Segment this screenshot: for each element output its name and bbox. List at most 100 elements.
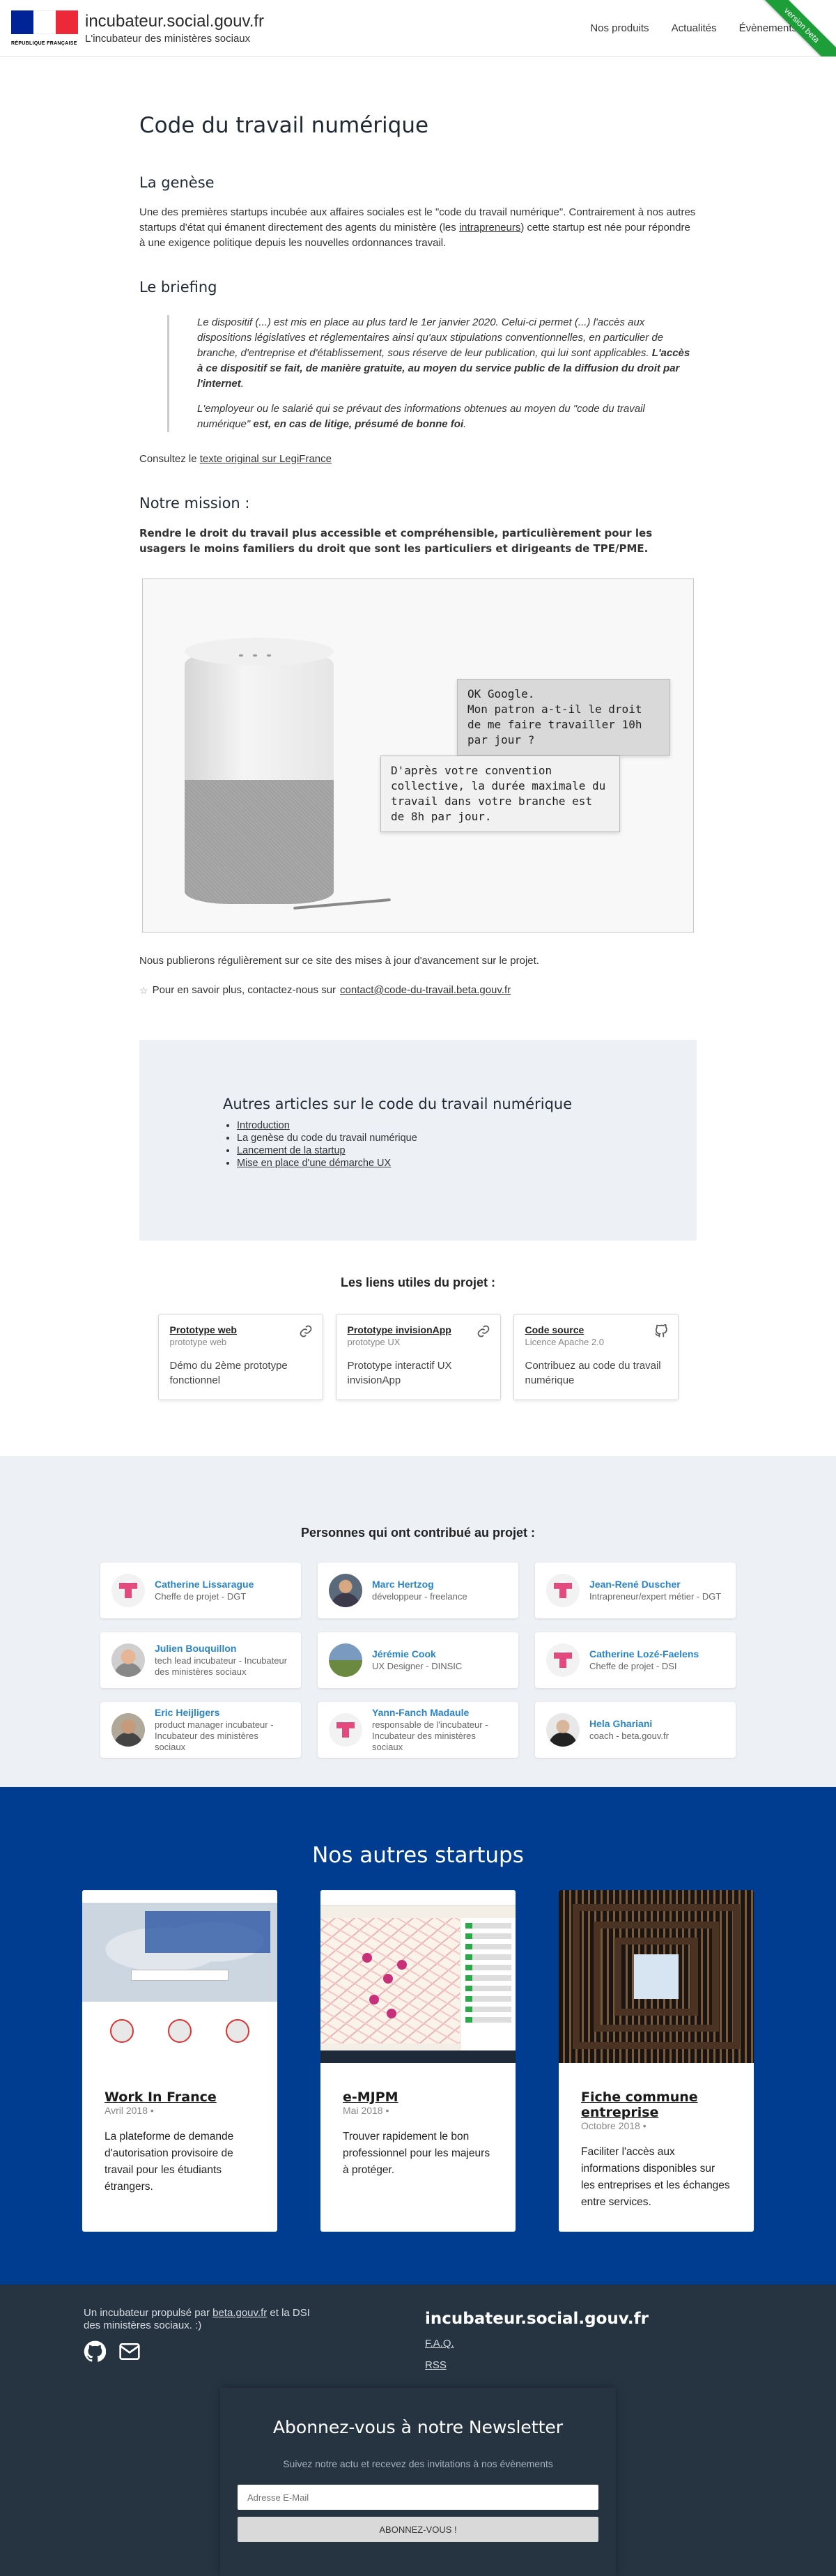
startup-card-work-in-france[interactable]: Work In France Avril 2018 • La plateform… [82, 1890, 277, 2232]
contributor-name[interactable]: Yann-Fanch Madaule [372, 1707, 507, 1718]
intrapreneurs-link[interactable]: intrapreneurs [459, 222, 520, 233]
answer-bubble: D'après votre convention collective, la … [380, 756, 620, 832]
mission-intro: Rendre le droit du travail plus accessib… [139, 527, 653, 555]
contributor-role: développeur - freelance [372, 1591, 467, 1602]
startup-card-e-mjpm[interactable]: e-MJPM Mai 2018 • Trouver rapidement le … [320, 1890, 516, 2232]
contributor-card[interactable]: Hela Ghariani coach - beta.gouv.fr [535, 1702, 736, 1758]
newsletter-email-input[interactable] [238, 2485, 598, 2510]
contact-email-link[interactable]: contact@code-du-travail.beta.gouv.fr [340, 983, 511, 998]
mission-section: Notre mission : Rendre le droit du trava… [139, 495, 697, 998]
contributor-card[interactable]: Catherine Lozé-Faelens Cheffe de projet -… [535, 1632, 736, 1688]
footer-text: Un incubateur propulsé par beta.gouv.fr … [84, 2307, 310, 2331]
updates-text: Nous publierons régulièrement sur ce sit… [139, 955, 539, 967]
footer-brand: incubateur.social.gouv.fr [425, 2310, 649, 2328]
link-card-prototype-invision[interactable]: Prototype invisionApp prototype UX Proto… [335, 1314, 501, 1400]
avatar [111, 1713, 145, 1747]
contributor-role: product manager incubateur - Incubateur … [155, 1719, 274, 1752]
contributor-card[interactable]: Catherine Lissarague Cheffe de projet - D… [100, 1563, 301, 1618]
newsletter-box: Abonnez-vous à notre Newsletter Suivez n… [220, 2388, 616, 2576]
briefing-section: Le briefing Le dispositif (...) est mis … [139, 279, 697, 467]
github-icon[interactable] [84, 2340, 106, 2363]
other-articles-box: Autres articles sur le code du travail n… [139, 1040, 697, 1241]
contributor-name[interactable]: Catherine Lozé-Faelens [589, 1648, 699, 1659]
contributor-card[interactable]: Marc Hertzog développeur - freelance [318, 1563, 518, 1618]
startups-heading: Nos autres startups [312, 1843, 524, 1868]
question-bubble: OK Google. Mon patron a-t-il le droit de… [457, 679, 670, 756]
site-footer: Un incubateur propulsé par beta.gouv.fr … [0, 2285, 836, 2576]
contributor-name[interactable]: Hela Ghariani [589, 1718, 669, 1729]
contributor-role: responsable de l'incubateur - Incubateur… [372, 1719, 488, 1752]
contributors-heading: Personnes qui ont contribué au projet : [300, 1526, 536, 1540]
contributor-card[interactable]: Jérémie Cook UX Designer - DINSIC [318, 1632, 518, 1688]
contributor-card[interactable]: Yann-Fanch Madaule responsable de l'incub… [318, 1702, 518, 1758]
nav-item-produits[interactable]: Nos produits [590, 22, 649, 34]
contributor-role: UX Designer - DINSIC [372, 1661, 463, 1671]
smart-speaker-image [182, 638, 391, 910]
link-icon [300, 1325, 311, 1337]
link-card-code-source[interactable]: Code source Licence Apache 2.0 Contribue… [513, 1314, 679, 1400]
startup-name: Work In France [104, 2090, 217, 2105]
contributor-name[interactable]: Jean-René Duscher [589, 1579, 721, 1590]
contact-text: ☆ Pour en savoir plus, contactez-nous sur… [139, 983, 697, 998]
startup-desc: Trouver rapidement le bon professionnel … [343, 2131, 490, 2176]
contributor-role: tech lead incubateur - Incubateur des mi… [155, 1655, 288, 1677]
mission-heading: Notre mission : [139, 495, 250, 512]
faq-link[interactable]: F.A.Q. [425, 2338, 649, 2349]
other-articles-list: Introduction La genèse du code du travai… [223, 1119, 697, 1170]
startup-card-fiche-commune-entreprise[interactable]: Fiche commune entreprise Octobre 2018 • … [559, 1890, 754, 2232]
startup-date: Octobre 2018 • [581, 2120, 647, 2131]
contributor-name[interactable]: Marc Hertzog [372, 1579, 467, 1590]
contributors-section: Personnes qui ont contribué au projet : … [0, 1456, 836, 1787]
list-item[interactable]: Introduction [237, 1119, 697, 1132]
rss-link[interactable]: RSS [425, 2359, 649, 2371]
avatar [111, 1643, 145, 1677]
contributor-name[interactable]: Catherine Lissarague [155, 1579, 254, 1590]
google-home-illustration: OK Google. Mon patron a-t-il le droit de… [142, 578, 694, 933]
contributor-card[interactable]: Julien Bouquillon tech lead incubateur - … [100, 1632, 301, 1688]
avatar [546, 1574, 580, 1607]
marianne-logo: RÉPUBLIQUE FRANÇAISE [11, 10, 78, 47]
contributor-name[interactable]: Jérémie Cook [372, 1648, 462, 1659]
mail-icon[interactable] [118, 2340, 141, 2363]
page-title: Code du travail numérique [139, 113, 429, 138]
avatar [329, 1574, 362, 1607]
startup-name: Fiche commune entreprise [581, 2090, 698, 2120]
article: Code du travail numérique La genèse Une … [139, 57, 697, 998]
consult-text: Consultez le texte original sur LegiFran… [139, 453, 332, 465]
list-item: La genèse du code du travail numérique [237, 1132, 697, 1144]
contributor-card[interactable]: Eric Heijligers product manager incubateu… [100, 1702, 301, 1758]
newsletter-title: Abonnez-vous à notre Newsletter [272, 2417, 564, 2437]
beta-gouv-link[interactable]: beta.gouv.fr [212, 2307, 267, 2319]
contributor-card[interactable]: Jean-René Duscher Intrapreneur/expert mét… [535, 1563, 736, 1618]
contributor-name[interactable]: Julien Bouquillon [155, 1643, 290, 1654]
briefing-heading: Le briefing [139, 279, 217, 296]
link-card-prototype-web[interactable]: Prototype web prototype web Démo du 2ème… [157, 1314, 323, 1400]
nav-item-evenements[interactable]: Évènements [739, 22, 797, 34]
startup-date: Avril 2018 • [104, 2105, 154, 2116]
brand-title: incubateur.social.gouv.fr [85, 12, 265, 31]
github-icon [654, 1324, 667, 1337]
startup-desc: La plateforme de demande d'autorisation … [104, 2131, 234, 2193]
contributor-role: coach - beta.gouv.fr [589, 1731, 669, 1741]
subscribe-button[interactable]: ABONNEZ-VOUS ! [238, 2517, 598, 2542]
genese-text: Une des premières startups incubée aux a… [139, 206, 696, 249]
contributors-grid: Catherine Lissarague Cheffe de projet - D… [100, 1563, 736, 1758]
list-item[interactable]: Lancement de la startup [237, 1144, 697, 1157]
avatar [546, 1643, 580, 1677]
legifrance-link[interactable]: texte original sur LegiFrance [200, 453, 332, 465]
home-logo-link[interactable]: RÉPUBLIQUE FRANÇAISE incubateur.social.g… [11, 10, 264, 47]
useful-links-heading: Les liens utiles du projet : [340, 1275, 496, 1289]
avatar [111, 1574, 145, 1607]
brand-subtitle: L'incubateur des ministères sociaux [85, 33, 251, 45]
avatar [546, 1713, 580, 1747]
genese-heading: La genèse [139, 174, 215, 191]
site-header: RÉPUBLIQUE FRANÇAISE incubateur.social.g… [0, 0, 836, 57]
link-icon [477, 1325, 489, 1337]
contributor-name[interactable]: Eric Heijligers [155, 1707, 290, 1718]
other-articles-heading: Autres articles sur le code du travail n… [223, 1096, 573, 1112]
nav-item-actualites[interactable]: Actualités [672, 22, 717, 34]
contributor-role: Cheffe de projet - DGT [155, 1591, 247, 1602]
startup-desc: Faciliter l'accès aux informations dispo… [581, 2146, 730, 2208]
list-item[interactable]: Mise en place d'une démarche UX [237, 1157, 697, 1170]
useful-links-section: Les liens utiles du projet : Prototype w… [0, 1275, 836, 1400]
